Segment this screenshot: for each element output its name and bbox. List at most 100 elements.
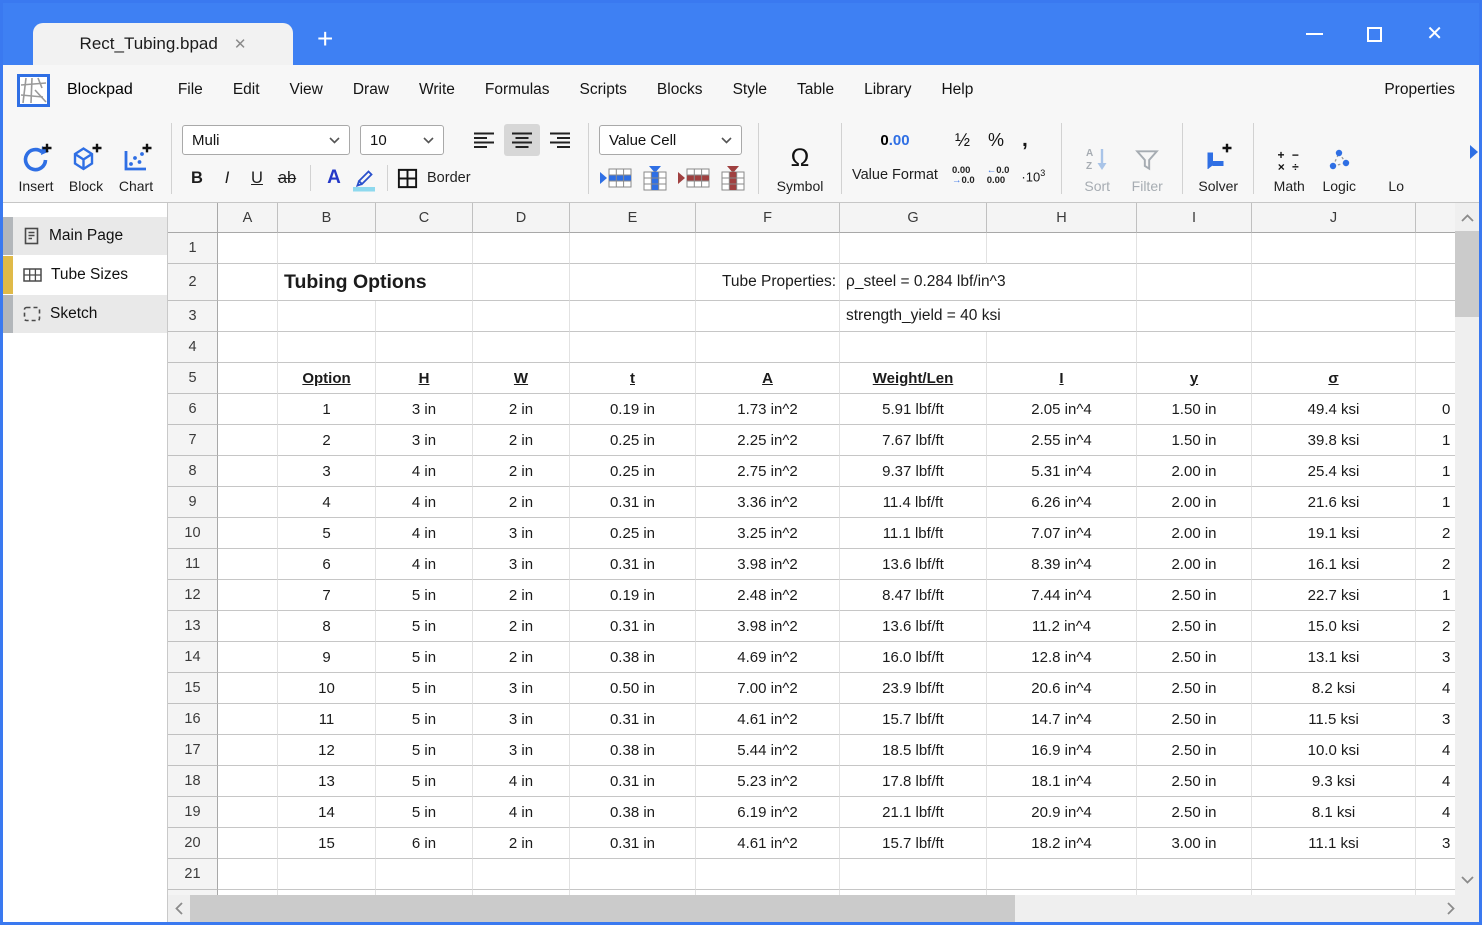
cell[interactable] (570, 264, 696, 301)
cell[interactable] (278, 859, 376, 890)
cell[interactable]: 2.00 in (1137, 487, 1252, 518)
cell[interactable]: 2.05 in^4 (987, 394, 1137, 425)
cell[interactable]: 3 in (473, 704, 570, 735)
cell[interactable] (278, 301, 376, 332)
menu-help[interactable]: Help (941, 81, 973, 99)
cell[interactable]: 3 in (376, 394, 473, 425)
symbol-button[interactable]: Ω Symbol (769, 115, 831, 202)
cell[interactable]: 2 in (473, 580, 570, 611)
cell[interactable]: 10.0 ksi (1252, 735, 1416, 766)
cell[interactable]: 0.31 in (570, 487, 696, 518)
cell[interactable]: 0.31 in (570, 549, 696, 580)
cell[interactable] (570, 233, 696, 264)
cell[interactable]: 4 in (376, 518, 473, 549)
cell[interactable]: 11 (278, 704, 376, 735)
cell[interactable]: 13.1 ksi (1252, 642, 1416, 673)
cell[interactable]: 16.0 lbf/ft (840, 642, 987, 673)
cell[interactable]: 0.25 in (570, 425, 696, 456)
cell[interactable]: 3 (278, 456, 376, 487)
cell[interactable]: 15.0 ksi (1252, 611, 1416, 642)
row-header-1[interactable]: 1 (168, 233, 218, 264)
cell[interactable]: 13 (278, 766, 376, 797)
cell[interactable] (218, 704, 278, 735)
cell[interactable]: 5.91 lbf/ft (840, 394, 987, 425)
cell[interactable]: 7.44 in^4 (987, 580, 1137, 611)
cell[interactable]: 13.6 lbf/ft (840, 549, 987, 580)
cell[interactable] (840, 233, 987, 264)
column-header-clipped[interactable] (1416, 203, 1455, 233)
cell-clipped[interactable]: 1 (1416, 456, 1455, 487)
cell-clipped[interactable]: 0 (1416, 394, 1455, 425)
font-size-select[interactable]: 10 (360, 125, 444, 155)
cell[interactable]: 39.8 ksi (1252, 425, 1416, 456)
cell[interactable] (1416, 363, 1455, 394)
cell-clipped[interactable]: 3 (1416, 828, 1455, 859)
cell[interactable]: 5 in (376, 642, 473, 673)
cell[interactable]: 11.4 lbf/ft (840, 487, 987, 518)
cell[interactable] (1137, 301, 1252, 332)
cell[interactable]: 16.9 in^4 (987, 735, 1137, 766)
row-header-21[interactable]: 21 (168, 859, 218, 890)
cell[interactable]: 0.38 in (570, 735, 696, 766)
row-header-20[interactable]: 20 (168, 828, 218, 859)
cell[interactable]: 1.50 in (1137, 425, 1252, 456)
table-header-I[interactable]: I (987, 363, 1137, 394)
cell[interactable] (218, 580, 278, 611)
align-right-button[interactable] (542, 124, 578, 156)
cell[interactable] (570, 301, 696, 332)
cell[interactable]: 8.47 lbf/ft (840, 580, 987, 611)
cell[interactable]: 2.50 in (1137, 766, 1252, 797)
cell[interactable] (218, 735, 278, 766)
cell[interactable]: 19.1 ksi (1252, 518, 1416, 549)
toolbar-overflow-arrow-icon[interactable] (1470, 145, 1478, 164)
insert-column-icon[interactable] (640, 165, 670, 191)
border-button[interactable]: Border (396, 167, 471, 190)
cell[interactable] (218, 425, 278, 456)
cell-clipped[interactable]: 4 (1416, 766, 1455, 797)
row-header-10[interactable]: 10 (168, 518, 218, 549)
fraction-button[interactable]: ½ (955, 130, 970, 151)
cell[interactable] (696, 233, 840, 264)
delete-column-icon[interactable] (718, 165, 748, 191)
sort-button[interactable]: A Z Sort (1072, 115, 1122, 202)
tab-close-icon[interactable]: ✕ (234, 37, 247, 52)
cell[interactable]: 5 in (376, 797, 473, 828)
row-header-8[interactable]: 8 (168, 456, 218, 487)
sidebar-item-sketch[interactable]: Sketch (3, 295, 167, 333)
row-header-13[interactable]: 13 (168, 611, 218, 642)
underline-button[interactable]: U (242, 163, 272, 193)
cell[interactable]: 20.9 in^4 (987, 797, 1137, 828)
cell[interactable] (278, 233, 376, 264)
menu-scripts[interactable]: Scripts (580, 81, 627, 99)
logic-button[interactable]: Logic (1314, 115, 1364, 202)
cell[interactable] (1137, 233, 1252, 264)
cell[interactable]: 25.4 ksi (1252, 456, 1416, 487)
menu-view[interactable]: View (290, 81, 323, 99)
cell[interactable]: 4 in (473, 797, 570, 828)
document-tab[interactable]: Rect_Tubing.bpad ✕ (33, 23, 293, 65)
cell[interactable] (696, 332, 840, 363)
cell[interactable] (473, 233, 570, 264)
cell[interactable]: 3.25 in^2 (696, 518, 840, 549)
column-header-A[interactable]: A (218, 203, 278, 233)
cell[interactable]: 5 in (376, 766, 473, 797)
cell[interactable]: 18.1 in^4 (987, 766, 1137, 797)
cell[interactable]: 5.31 in^4 (987, 456, 1137, 487)
horizontal-scrollbar[interactable] (168, 895, 1479, 922)
cell[interactable] (473, 301, 570, 332)
horizontal-scroll-thumb[interactable] (190, 895, 1015, 922)
cell[interactable] (840, 859, 987, 890)
cell[interactable] (473, 332, 570, 363)
cell[interactable]: 0.31 in (570, 611, 696, 642)
cell[interactable] (1252, 233, 1416, 264)
scroll-up-icon[interactable] (1455, 205, 1479, 231)
cell[interactable]: 2.50 in (1137, 735, 1252, 766)
cell[interactable]: 2.00 in (1137, 456, 1252, 487)
cell[interactable] (218, 264, 278, 301)
table-header-A[interactable]: A (696, 363, 840, 394)
cell[interactable]: 21.6 ksi (1252, 487, 1416, 518)
cell[interactable] (218, 766, 278, 797)
cell[interactable] (1416, 332, 1455, 363)
cell[interactable] (473, 859, 570, 890)
row-header-15[interactable]: 15 (168, 673, 218, 704)
